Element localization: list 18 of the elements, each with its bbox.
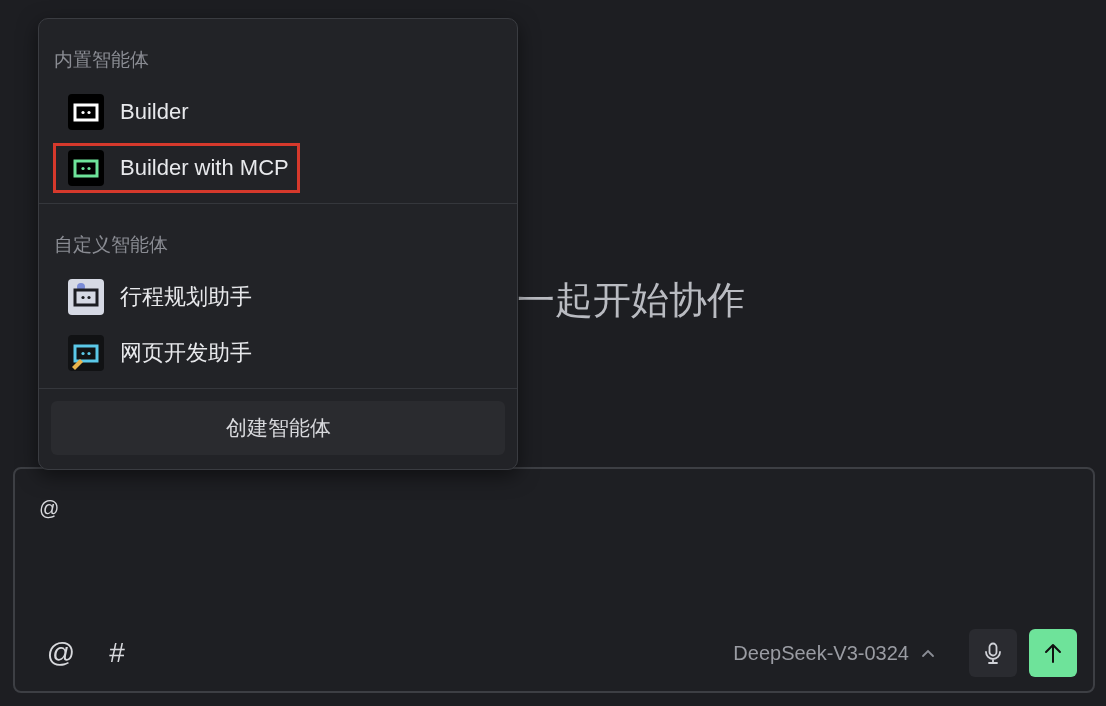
model-selector[interactable]: DeepSeek-V3-0324 xyxy=(729,641,939,665)
agent-item[interactable]: Builder with MCP xyxy=(53,143,300,193)
message-composer[interactable]: @ @ # DeepSeek-V3-0324 xyxy=(13,467,1095,693)
create-agent-button[interactable]: 创建智能体 xyxy=(51,401,505,455)
caret-icon xyxy=(921,648,935,658)
topic-button[interactable]: # xyxy=(95,637,139,669)
message-text: @ xyxy=(39,497,60,520)
arrow-up-icon xyxy=(1044,642,1062,664)
agent-item[interactable]: 网页开发助手 xyxy=(53,328,263,378)
microphone-icon xyxy=(984,642,1002,664)
section-title: 内置智能体 xyxy=(53,48,149,72)
microphone-button[interactable] xyxy=(969,629,1017,677)
mention-button[interactable]: @ xyxy=(39,637,83,669)
page-heading: 一起开始协作 xyxy=(517,278,745,323)
agent-item[interactable]: 行程规划助手 xyxy=(53,272,263,322)
section-title: 自定义智能体 xyxy=(53,233,168,257)
send-button[interactable] xyxy=(1029,629,1077,677)
agent-item[interactable]: Builder xyxy=(53,87,200,137)
